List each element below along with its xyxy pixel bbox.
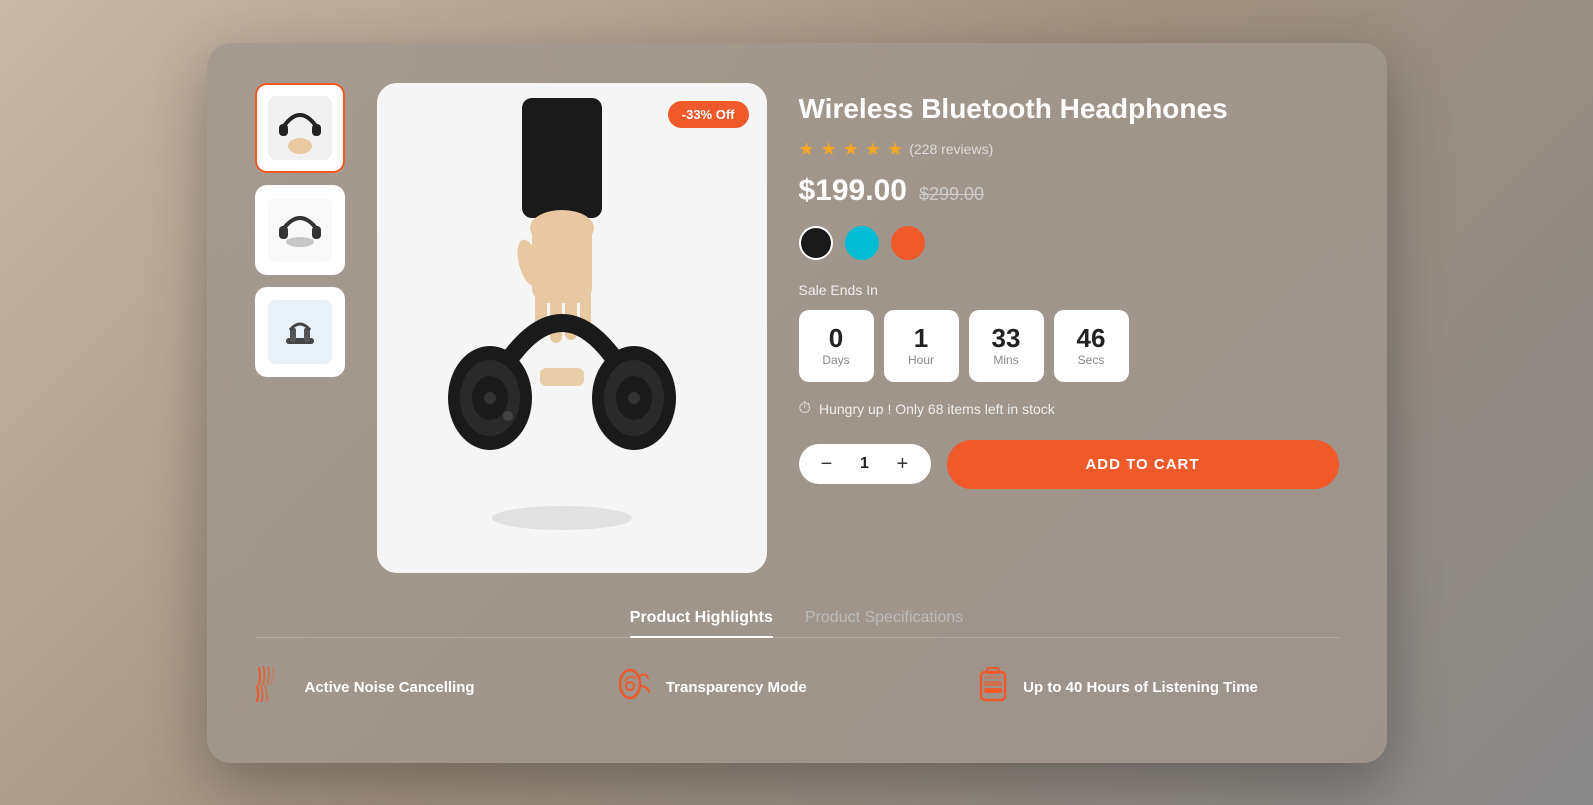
star-3: ★ <box>843 139 859 160</box>
tab-product-specifications[interactable]: Product Specifications <box>805 609 963 637</box>
countdown-row: 0 Days 1 Hour 33 Mins 46 Secs <box>799 310 1339 382</box>
discount-badge: -33% Off <box>668 101 749 128</box>
color-red[interactable] <box>891 226 925 260</box>
quantity-increase-button[interactable]: + <box>891 452 915 476</box>
color-swatches <box>799 226 1339 260</box>
color-cyan[interactable] <box>845 226 879 260</box>
countdown-mins-value: 33 <box>992 325 1021 351</box>
review-count: (228 reviews) <box>909 141 993 157</box>
tab-product-highlights[interactable]: Product Highlights <box>630 609 773 637</box>
stock-notice-text: Hungry up ! Only 68 items left in stock <box>819 401 1055 417</box>
star-2: ★ <box>821 139 837 160</box>
countdown-days-label: Days <box>822 353 849 367</box>
stock-notice: ⏱ Hungry up ! Only 68 items left in stoc… <box>799 400 1339 418</box>
sale-ends-label: Sale Ends In <box>799 282 1339 298</box>
countdown-mins: 33 Mins <box>969 310 1044 382</box>
thumbnail-list <box>255 83 345 377</box>
bottom-section: Product Highlights Product Specification… <box>255 609 1339 709</box>
product-info: Wireless Bluetooth Headphones ★ ★ ★ ★ ★ … <box>799 83 1339 489</box>
transparency-icon <box>616 666 652 709</box>
highlight-transparency-label: Transparency Mode <box>666 679 807 696</box>
color-black[interactable] <box>799 226 833 260</box>
star-1: ★ <box>799 139 815 160</box>
highlight-transparency: Transparency Mode <box>616 666 977 709</box>
tabs-row: Product Highlights Product Specification… <box>255 609 1339 638</box>
star-5: ★ <box>887 139 903 160</box>
main-image: -33% Off <box>377 83 767 573</box>
countdown-secs-value: 46 <box>1077 325 1106 351</box>
noise-cancelling-icon <box>255 666 291 709</box>
countdown-secs-label: Secs <box>1078 353 1105 367</box>
battery-icon <box>977 666 1009 709</box>
product-modal: -33% Off <box>207 43 1387 763</box>
highlight-noise-cancelling: Active Noise Cancelling <box>255 666 616 709</box>
highlight-noise-cancelling-label: Active Noise Cancelling <box>305 679 475 696</box>
thumbnail-2[interactable] <box>255 185 345 275</box>
product-title: Wireless Bluetooth Headphones <box>799 91 1339 127</box>
stars-row: ★ ★ ★ ★ ★ (228 reviews) <box>799 139 1339 160</box>
star-4: ★ <box>865 139 881 160</box>
thumbnail-1[interactable] <box>255 83 345 173</box>
quantity-value: 1 <box>855 455 875 473</box>
countdown-days-value: 0 <box>829 325 843 351</box>
quantity-control: − 1 + <box>799 444 931 484</box>
countdown-days: 0 Days <box>799 310 874 382</box>
cart-row: − 1 + ADD TO CART <box>799 440 1339 489</box>
price-original: $299.00 <box>919 184 984 205</box>
countdown-hours-label: Hour <box>908 353 934 367</box>
countdown-hours: 1 Hour <box>884 310 959 382</box>
thumbnail-3[interactable] <box>255 287 345 377</box>
page-wrapper: -33% Off <box>0 0 1593 805</box>
clock-icon: ⏱ <box>799 400 811 418</box>
countdown-hours-value: 1 <box>914 325 928 351</box>
countdown-mins-label: Mins <box>993 353 1018 367</box>
top-section: -33% Off <box>255 83 1339 573</box>
highlight-battery-label: Up to 40 Hours of Listening Time <box>1023 679 1258 696</box>
quantity-decrease-button[interactable]: − <box>815 452 839 476</box>
price-row: $199.00 $299.00 <box>799 174 1339 208</box>
highlights-row: Active Noise Cancelling Transparency Mod… <box>255 666 1339 709</box>
highlight-battery: Up to 40 Hours of Listening Time <box>977 666 1338 709</box>
price-current: $199.00 <box>799 174 907 208</box>
countdown-secs: 46 Secs <box>1054 310 1129 382</box>
add-to-cart-button[interactable]: ADD TO CART <box>947 440 1339 489</box>
